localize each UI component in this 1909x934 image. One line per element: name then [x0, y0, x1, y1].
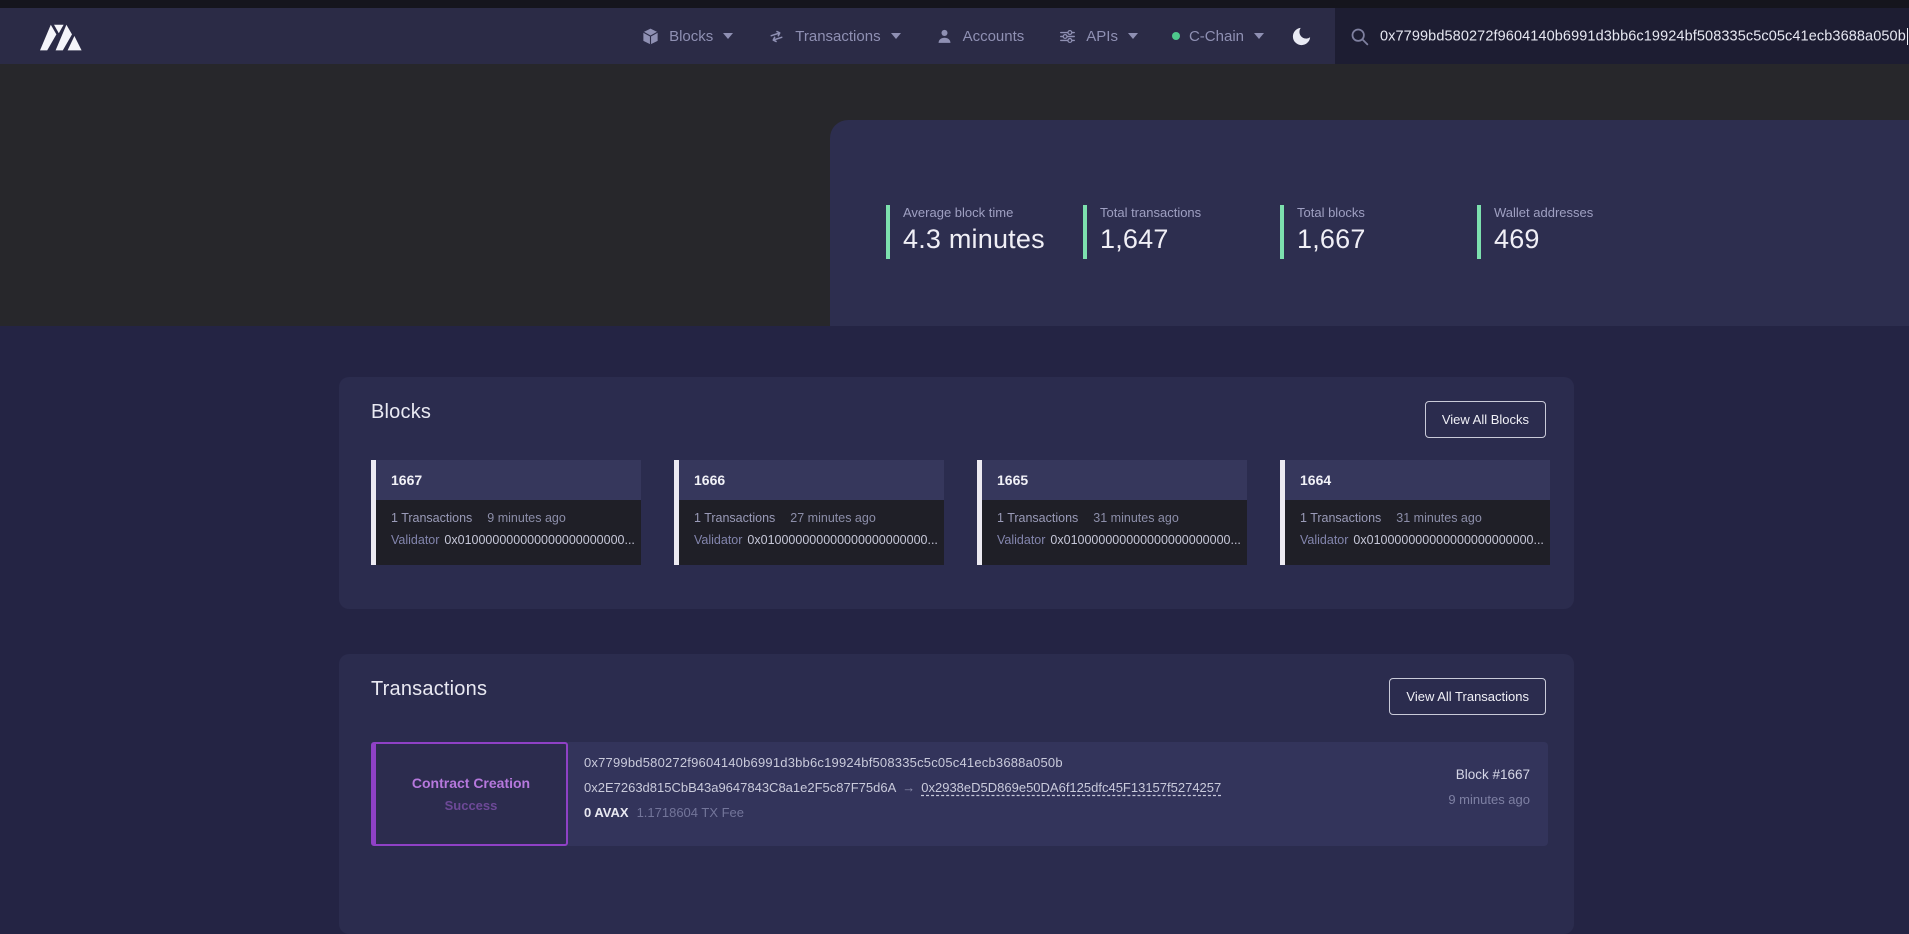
cube-icon	[641, 27, 660, 46]
avalanche-logo-icon	[38, 20, 90, 52]
chain-selector[interactable]: C-Chain	[1172, 28, 1264, 45]
block-age: 9 minutes ago	[487, 511, 566, 525]
block-card-body: 1 Transactions 31 minutes ago Validator 0x…	[982, 500, 1247, 565]
stats-panel: Average block time 4.3 minutes Total tra…	[830, 120, 1909, 326]
transfer-icon	[765, 24, 789, 48]
block-age: 31 minutes ago	[1396, 511, 1481, 525]
avalanche-logo[interactable]	[38, 20, 90, 52]
sliders-icon	[1058, 27, 1077, 46]
transaction-hash-link[interactable]: 0x7799bd580272f9604140b6991d3bb6c19924bf…	[584, 755, 1338, 770]
nav-item-apis[interactable]: APIs	[1058, 27, 1138, 46]
transaction-type-badge: Contract Creation Success	[371, 742, 568, 846]
stat-value: 469	[1494, 224, 1654, 254]
transaction-details: 0x7799bd580272f9604140b6991d3bb6c19924bf…	[568, 742, 1338, 846]
block-tx-count: 1 Transactions	[694, 511, 775, 525]
block-card[interactable]: 1667 1 Transactions 9 minutes ago Validat…	[371, 460, 641, 565]
stat-label: Total blocks	[1297, 205, 1457, 220]
block-card[interactable]: 1666 1 Transactions 27 minutes ago Valida…	[674, 460, 944, 565]
moon-icon	[1290, 25, 1313, 48]
block-card-body: 1 Transactions 9 minutes ago Validator 0x0…	[376, 500, 641, 565]
blocks-section-header: Blocks View All Blocks	[339, 377, 1574, 438]
transaction-amount: 0 AVAX	[584, 805, 629, 820]
search-icon	[1349, 26, 1370, 47]
hero-banner: Average block time 4.3 minutes Total tra…	[0, 64, 1909, 326]
block-age: 31 minutes ago	[1093, 511, 1178, 525]
person-icon	[935, 27, 954, 46]
validator-label: Validator	[1300, 533, 1348, 547]
nav-item-transactions[interactable]: Transactions	[767, 27, 900, 46]
block-age: 27 minutes ago	[790, 511, 875, 525]
stat-label: Wallet addresses	[1494, 205, 1654, 220]
transactions-section: Transactions View All Transactions Contr…	[339, 654, 1574, 934]
text-caret	[1907, 28, 1909, 45]
nav-label-blocks: Blocks	[669, 28, 713, 45]
nav-item-blocks[interactable]: Blocks	[641, 27, 733, 46]
block-card[interactable]: 1665 1 Transactions 31 minutes ago Valida…	[977, 460, 1247, 565]
block-tx-count: 1 Transactions	[391, 511, 472, 525]
validator-address: 0x010000000000000000000000...	[1353, 533, 1543, 547]
chevron-down-icon	[1128, 33, 1138, 39]
transaction-meta: Block #1667 9 minutes ago	[1338, 742, 1548, 846]
transaction-status: Success	[445, 798, 498, 813]
chevron-down-icon	[1254, 33, 1264, 39]
stat-value: 4.3 minutes	[903, 224, 1063, 254]
transaction-fee: 1.1718604 TX Fee	[637, 805, 744, 820]
stat-average-block-time: Average block time 4.3 minutes	[886, 205, 1063, 259]
blocks-section: Blocks View All Blocks 1667 1 Transactio…	[339, 377, 1574, 609]
validator-label: Validator	[391, 533, 439, 547]
block-number[interactable]: 1667	[376, 460, 641, 500]
stat-total-blocks: Total blocks 1,667	[1280, 205, 1457, 259]
block-card-body: 1 Transactions 27 minutes ago Validator 0x…	[679, 500, 944, 565]
transaction-block-link[interactable]: Block #1667	[1338, 767, 1530, 782]
arrow-right-icon: →	[902, 780, 915, 795]
window-top-edge	[0, 0, 1909, 8]
chain-status-dot	[1172, 32, 1180, 40]
stat-label: Average block time	[903, 205, 1063, 220]
search-input[interactable]: 0x7799bd580272f9604140b6991d3bb6c19924bf…	[1380, 28, 1909, 45]
stats-row: Average block time 4.3 minutes Total tra…	[886, 205, 1674, 259]
transactions-section-header: Transactions View All Transactions	[339, 654, 1574, 715]
block-number[interactable]: 1664	[1285, 460, 1550, 500]
block-tx-count: 1 Transactions	[997, 511, 1078, 525]
stat-value: 1,667	[1297, 224, 1457, 254]
to-address-link[interactable]: 0x2938eD5D869e50DA6f125dfc45F13157f52742…	[921, 780, 1221, 795]
theme-toggle-button[interactable]	[1290, 25, 1313, 48]
validator-label: Validator	[997, 533, 1045, 547]
transaction-type: Contract Creation	[412, 775, 530, 791]
blocks-section-title: Blocks	[371, 401, 431, 424]
block-card[interactable]: 1664 1 Transactions 31 minutes ago Valida…	[1280, 460, 1550, 565]
block-cards-row: 1667 1 Transactions 9 minutes ago Validat…	[371, 460, 1550, 565]
stat-wallet-addresses: Wallet addresses 469	[1477, 205, 1654, 259]
stat-label: Total transactions	[1100, 205, 1260, 220]
validator-address: 0x010000000000000000000000...	[1050, 533, 1240, 547]
chevron-down-icon	[723, 33, 733, 39]
transaction-age: 9 minutes ago	[1338, 792, 1530, 807]
search-box: 0x7799bd580272f9604140b6991d3bb6c19924bf…	[1335, 8, 1909, 64]
block-number[interactable]: 1666	[679, 460, 944, 500]
chevron-down-icon	[891, 33, 901, 39]
nav-item-accounts[interactable]: Accounts	[935, 27, 1025, 46]
chain-selector-label: C-Chain	[1189, 28, 1244, 45]
nav-label-transactions: Transactions	[795, 28, 880, 45]
validator-label: Validator	[694, 533, 742, 547]
transactions-section-title: Transactions	[371, 678, 487, 701]
block-tx-count: 1 Transactions	[1300, 511, 1381, 525]
validator-address: 0x010000000000000000000000...	[747, 533, 937, 547]
from-address-link[interactable]: 0x2E7263d815CbB43a9647843C8a1e2F5c87F75d…	[584, 780, 896, 795]
nav-menu: Blocks Transactions Accounts	[641, 27, 1264, 46]
nav-label-accounts: Accounts	[963, 28, 1025, 45]
block-card-body: 1 Transactions 31 minutes ago Validator 0x…	[1285, 500, 1550, 565]
navbar: Blocks Transactions Accounts	[0, 8, 1909, 64]
transaction-amount-line: 0 AVAX 1.1718604 TX Fee	[584, 805, 1338, 820]
stat-value: 1,647	[1100, 224, 1260, 254]
view-all-blocks-button[interactable]: View All Blocks	[1425, 401, 1546, 438]
nav-label-apis: APIs	[1086, 28, 1118, 45]
block-number[interactable]: 1665	[982, 460, 1247, 500]
stat-total-transactions: Total transactions 1,647	[1083, 205, 1260, 259]
transaction-route: 0x2E7263d815CbB43a9647843C8a1e2F5c87F75d…	[584, 780, 1338, 795]
view-all-transactions-button[interactable]: View All Transactions	[1389, 678, 1546, 715]
validator-address: 0x010000000000000000000000...	[444, 533, 634, 547]
transaction-row[interactable]: Contract Creation Success 0x7799bd580272…	[371, 742, 1548, 846]
search-query-text: 0x7799bd580272f9604140b6991d3bb6c19924bf…	[1380, 28, 1906, 44]
